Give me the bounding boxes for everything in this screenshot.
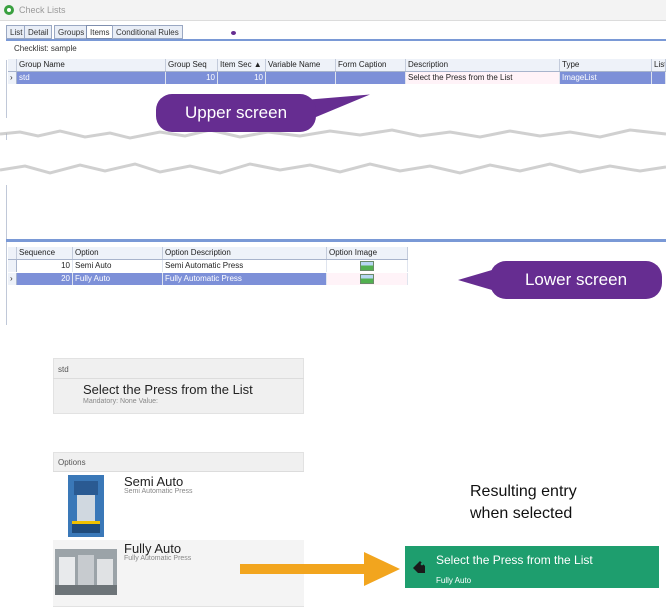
cell-group-seq[interactable]: 10 <box>166 72 218 84</box>
option-title: Semi Auto <box>124 474 184 489</box>
column-sequence[interactable]: Sequence <box>17 247 73 259</box>
upper-callout-tail <box>310 84 370 120</box>
cell-option-image[interactable] <box>327 260 408 272</box>
cell-form-caption[interactable] <box>336 72 406 84</box>
tag-icon <box>413 561 425 573</box>
option-subtitle: Fully Automatic Press <box>124 555 192 562</box>
app-eye-icon <box>4 5 14 15</box>
upper-grid-header: Group Name Group Seq Item Sec ▲ Variable… <box>8 59 666 72</box>
mandatory-line: Mandatory: None Value: <box>83 398 158 405</box>
checklist-label: Checklist: sample <box>14 44 77 53</box>
torn-edge <box>0 118 666 186</box>
image-icon <box>360 273 374 284</box>
tab-items[interactable]: Items <box>86 25 114 39</box>
option-title: Fully Auto <box>124 541 182 556</box>
cell-option[interactable]: Fully Auto <box>73 273 163 285</box>
row-header-corner <box>8 59 17 71</box>
option-subtitle: Semi Automatic Press <box>124 488 193 495</box>
cell-option-description[interactable]: Semi Automatic Press <box>163 260 327 272</box>
column-option-image[interactable]: Option Image <box>327 247 408 259</box>
cell-sequence[interactable]: 10 <box>17 260 73 272</box>
lower-screen-callout: Lower screen <box>490 261 662 299</box>
window-title: Check Lists <box>19 5 66 15</box>
tab-groups[interactable]: Groups <box>54 25 89 39</box>
cell-list-v[interactable] <box>652 72 666 84</box>
column-form-caption[interactable]: Form Caption <box>336 59 406 71</box>
row-indicator-icon: › <box>8 72 17 84</box>
cursor-dot <box>231 31 236 35</box>
row-header-corner <box>8 247 17 259</box>
lower-grid-border <box>6 185 7 325</box>
cell-variable-name[interactable] <box>266 72 336 84</box>
semi-auto-press-image <box>68 475 104 537</box>
splitter-handle[interactable] <box>6 239 666 242</box>
lower-callout-tail <box>458 270 492 290</box>
column-description[interactable]: Description <box>406 59 560 71</box>
column-list-v[interactable]: List V <box>652 59 666 71</box>
result-caption-line2: when selected <box>470 505 573 522</box>
options-header: Options <box>58 458 86 467</box>
column-type[interactable]: Type <box>560 59 652 71</box>
column-group-name[interactable]: Group Name <box>17 59 166 71</box>
cell-group-name[interactable]: std <box>17 72 166 84</box>
arrow-right-icon <box>240 552 400 586</box>
cell-sequence[interactable]: 20 <box>17 273 73 285</box>
tab-conditional-rules[interactable]: Conditional Rules <box>112 25 183 39</box>
upper-screen-callout: Upper screen <box>156 94 316 132</box>
result-title: Select the Press from the List <box>436 553 593 567</box>
divider <box>53 378 304 379</box>
tab-underline <box>6 39 666 41</box>
column-item-sec[interactable]: Item Sec ▲ <box>218 59 266 71</box>
cell-option-image[interactable] <box>327 273 408 285</box>
result-value: Fully Auto <box>436 576 472 585</box>
row-header <box>8 260 17 272</box>
cell-item-sec[interactable]: 10 <box>218 72 266 84</box>
column-option-description[interactable]: Option Description <box>163 247 327 259</box>
fully-auto-press-image <box>55 549 117 595</box>
group-header: std <box>58 365 69 374</box>
column-option[interactable]: Option <box>73 247 163 259</box>
cell-option-description[interactable]: Fully Automatic Press <box>163 273 327 285</box>
column-variable-name[interactable]: Variable Name <box>266 59 336 71</box>
image-icon <box>360 260 374 271</box>
question-text[interactable]: Select the Press from the List <box>83 382 253 397</box>
cell-type[interactable]: ImageList <box>560 72 652 84</box>
table-row[interactable]: › std 10 10 Select the Press from the Li… <box>8 72 666 84</box>
column-group-seq[interactable]: Group Seq <box>166 59 218 71</box>
result-caption-line1: Resulting entry <box>470 483 577 500</box>
table-row[interactable]: › 20 Fully Auto Fully Automatic Press <box>8 273 408 285</box>
row-indicator-icon: › <box>8 273 17 285</box>
cell-description[interactable]: Select the Press from the List <box>406 72 560 84</box>
tab-detail[interactable]: Detail <box>24 25 53 39</box>
table-row[interactable]: 10 Semi Auto Semi Automatic Press <box>8 260 408 272</box>
cell-option[interactable]: Semi Auto <box>73 260 163 272</box>
title-bar <box>0 0 666 21</box>
lower-grid-header: Sequence Option Option Description Optio… <box>8 247 408 260</box>
